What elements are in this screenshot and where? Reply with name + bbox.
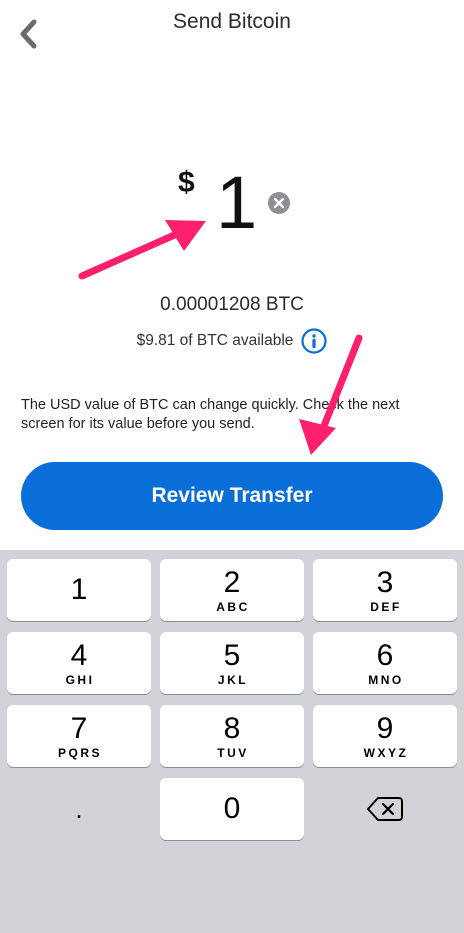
key-9[interactable]: 9 WXYZ: [313, 705, 457, 767]
key-digit: 3: [376, 565, 394, 599]
key-letters: WXYZ: [363, 745, 409, 760]
key-digit: 8: [223, 711, 241, 745]
key-digit: .: [75, 794, 83, 824]
available-balance: $9.81 of BTC available: [136, 332, 294, 349]
key-digit: 0: [223, 792, 241, 825]
key-digit: 2: [223, 565, 241, 599]
btc-amount: 0.00001208 BTC: [160, 294, 304, 315]
key-0[interactable]: 0: [160, 778, 304, 840]
key-digit: 7: [70, 711, 88, 745]
key-letters: PQRS: [57, 745, 102, 760]
key-digit: 9: [376, 711, 394, 745]
available-balance-row: $9.81 of BTC available: [0, 326, 464, 356]
amount-value: 1: [216, 161, 258, 244]
key-letters: DEF: [370, 599, 402, 614]
key-8[interactable]: 8 TUV: [160, 705, 304, 767]
key-5[interactable]: 5 JKL: [160, 632, 304, 694]
key-letters: MNO: [368, 672, 404, 687]
key-2[interactable]: 2 ABC: [160, 559, 304, 621]
key-7[interactable]: 7 PQRS: [7, 705, 151, 767]
key-delete[interactable]: [313, 778, 457, 840]
backspace-icon: [367, 797, 403, 821]
key-letters: ABC: [216, 599, 250, 614]
key-1[interactable]: 1: [7, 559, 151, 621]
nav-bar: Send Bitcoin: [0, 0, 464, 64]
numeric-keypad: 1 2 ABC 3 DEF 4 GHI 5 JKL 6 MNO 7 PQRS 8…: [0, 550, 464, 933]
currency-symbol: $: [178, 166, 195, 199]
clear-circle-icon: [273, 197, 285, 209]
review-transfer-button[interactable]: Review Transfer: [21, 462, 443, 530]
key-letters: TUV: [217, 745, 249, 760]
amount-display: $ 1: [0, 160, 464, 250]
key-digit: 5: [223, 638, 241, 672]
info-button[interactable]: [301, 328, 328, 354]
clear-amount-button[interactable]: [268, 192, 290, 214]
key-4[interactable]: 4 GHI: [7, 632, 151, 694]
key-letters: GHI: [65, 672, 95, 687]
key-digit: 6: [376, 638, 394, 672]
key-decimal[interactable]: .: [7, 778, 151, 840]
key-digit: 4: [70, 638, 88, 672]
page-title: Send Bitcoin: [173, 10, 291, 33]
key-digit: 1: [70, 573, 88, 606]
key-3[interactable]: 3 DEF: [313, 559, 457, 621]
volatility-note: The USD value of BTC can change quickly.…: [21, 397, 400, 432]
key-letters: JKL: [217, 672, 249, 687]
key-6[interactable]: 6 MNO: [313, 632, 457, 694]
info-circle-icon: [301, 328, 328, 354]
